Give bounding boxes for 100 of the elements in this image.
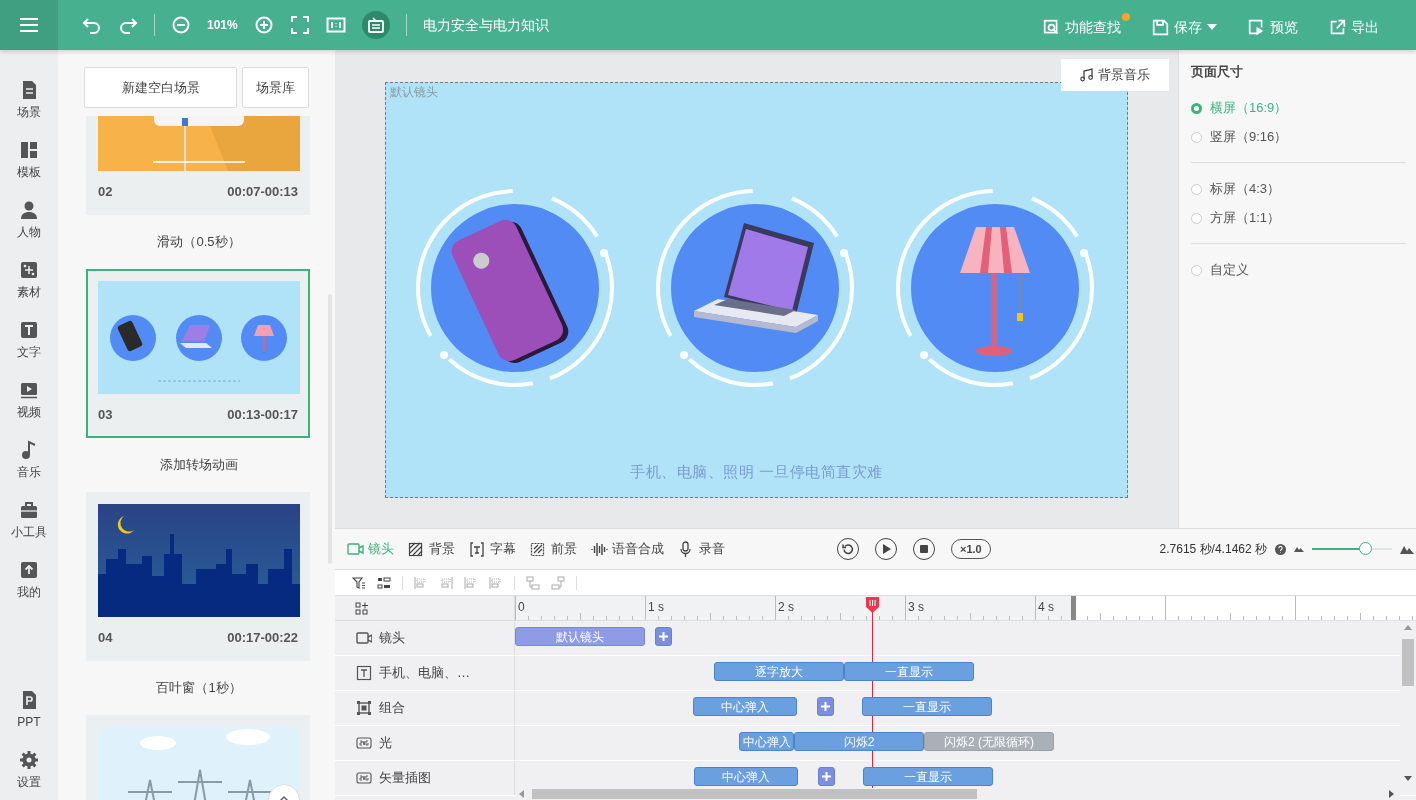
undo-icon xyxy=(82,15,102,35)
timeline-tab[interactable]: 前景 xyxy=(530,539,577,559)
radio-button[interactable] xyxy=(1191,212,1202,224)
page-size-option[interactable]: 标屏（4:3） xyxy=(1191,174,1281,204)
track-label: 组合 xyxy=(379,699,405,718)
nav-item[interactable]: PPT xyxy=(0,680,58,740)
zoom-in-button[interactable] xyxy=(253,15,274,35)
zoom-in-mountain-icon xyxy=(1400,544,1414,554)
nav-item[interactable]: 音乐 xyxy=(0,430,58,490)
ruler-label: 1 s xyxy=(648,599,664,616)
menu-icon xyxy=(19,17,39,33)
filter-icon xyxy=(352,575,366,590)
preview-icon xyxy=(1248,18,1265,36)
voice-icon xyxy=(591,540,608,558)
scene-card[interactable]: 03 00:13-00:17 xyxy=(86,269,310,438)
camera-icon xyxy=(347,540,364,558)
nav-item[interactable]: 小工具 xyxy=(0,490,58,550)
end-marker[interactable] xyxy=(1071,596,1076,620)
document-title: 电力安全与电力知识 xyxy=(422,15,549,35)
scrollbar-thumb[interactable] xyxy=(1402,639,1414,686)
zoom-out-button[interactable] xyxy=(171,15,191,35)
scene-time-range: 00:13-00:17 xyxy=(227,406,298,425)
panel-title: 页面尺寸 xyxy=(1191,63,1244,81)
redo-icon xyxy=(118,15,138,35)
scroll-down-icon xyxy=(1404,776,1412,781)
radio-button[interactable] xyxy=(1191,102,1202,114)
zoom-out-icon xyxy=(171,15,191,35)
transition-label[interactable]: 添加转场动画 xyxy=(160,455,238,475)
slider-handle[interactable] xyxy=(1358,542,1372,555)
ruler-label: 2 s xyxy=(778,599,794,616)
menu-button[interactable] xyxy=(0,0,58,50)
zoom-out-mountain-icon xyxy=(1294,546,1304,552)
zoom-in-icon xyxy=(253,15,274,35)
new-blank-scene-button[interactable]: 新建空白场景 xyxy=(84,67,237,108)
track-label: 光 xyxy=(379,734,392,753)
add-track-icon xyxy=(355,601,368,615)
group-track-icon xyxy=(356,700,372,716)
distribute-icon xyxy=(464,575,478,590)
text-icon xyxy=(19,319,39,340)
keyboard-icon xyxy=(365,15,386,35)
nav-item[interactable]: 人物 xyxy=(0,190,58,250)
search-icon xyxy=(1043,18,1060,36)
scene-card[interactable]: 04 00:17-00:22 xyxy=(86,492,310,661)
camera-track-icon xyxy=(356,630,372,646)
scrollbar-thumb[interactable] xyxy=(532,789,977,799)
playhead-handle[interactable] xyxy=(866,597,879,613)
actual-size-icon xyxy=(325,15,346,35)
timeline-tab[interactable]: 字幕 xyxy=(469,539,516,559)
playback-time: 2.7615 秒/4.1462 秒 xyxy=(1159,541,1267,558)
timeline-tab[interactable]: 录音 xyxy=(678,539,725,559)
stack-up-icon xyxy=(526,575,540,590)
layers-icon xyxy=(377,575,391,590)
stack-down-icon xyxy=(551,575,565,590)
stop-icon xyxy=(918,543,930,555)
nav-item[interactable]: 文字 xyxy=(0,310,58,370)
transition-label[interactable]: 百叶窗（1秒） xyxy=(156,678,242,698)
scene-card[interactable]: 02 00:07-00:13 xyxy=(86,116,310,215)
save-icon xyxy=(1152,18,1169,36)
radio-button[interactable] xyxy=(1191,131,1202,143)
nav-item[interactable]: 设置 xyxy=(0,740,58,800)
add-animation-button[interactable] xyxy=(818,767,835,786)
transition-label[interactable]: 滑动（0.5秒） xyxy=(157,232,241,252)
shot-label: 默认镜头 xyxy=(390,84,438,101)
page-size-option[interactable]: 方屏（1:1） xyxy=(1191,203,1281,233)
ruler-label: 3 s xyxy=(908,599,924,616)
nav-item[interactable]: 视频 xyxy=(0,370,58,430)
timeline-tab[interactable]: 背景 xyxy=(408,539,455,559)
nav-item[interactable]: 素材 xyxy=(0,250,58,310)
nav-item[interactable]: 我的 xyxy=(0,550,58,610)
background-music-button[interactable]: 背景音乐 xyxy=(1061,59,1169,91)
nav-item[interactable]: 场景 xyxy=(0,70,58,130)
scene-library-button[interactable]: 场景库 xyxy=(242,67,309,108)
ruler-label: 4 s xyxy=(1038,599,1054,616)
scene-time-range: 00:07-00:13 xyxy=(227,183,298,202)
text-track-icon xyxy=(356,665,372,681)
page-size-option[interactable]: 竖屏（9:16） xyxy=(1191,122,1288,152)
background-icon xyxy=(408,540,425,558)
subtitle-icon xyxy=(469,540,486,558)
radio-button[interactable] xyxy=(1191,264,1202,276)
add-animation-button[interactable] xyxy=(655,627,672,646)
radio-button[interactable] xyxy=(1191,183,1202,195)
add-animation-button[interactable] xyxy=(817,697,834,716)
nav-item[interactable]: 模板 xyxy=(0,130,58,190)
redo-button[interactable] xyxy=(118,15,138,35)
align-left-icon xyxy=(414,575,428,590)
scene-number: 04 xyxy=(98,629,113,648)
track-label: 手机、电脑、… xyxy=(379,664,470,683)
scene-number: 03 xyxy=(98,406,113,425)
actual-size-button[interactable] xyxy=(325,15,346,35)
plus-icon xyxy=(659,632,668,641)
fullscreen-button[interactable] xyxy=(289,15,310,35)
plus-icon xyxy=(821,702,830,711)
distribute-gap-icon xyxy=(489,575,503,590)
keyboard-button[interactable] xyxy=(361,11,390,39)
page-size-option[interactable]: 自定义 xyxy=(1191,255,1249,285)
zoom-slider[interactable] xyxy=(1312,542,1392,556)
scene-time-range: 00:17-00:22 xyxy=(227,629,298,648)
timeline-tab[interactable]: 语音合成 xyxy=(591,539,664,559)
scroll-up-icon xyxy=(1404,625,1412,630)
undo-button[interactable] xyxy=(82,15,102,35)
